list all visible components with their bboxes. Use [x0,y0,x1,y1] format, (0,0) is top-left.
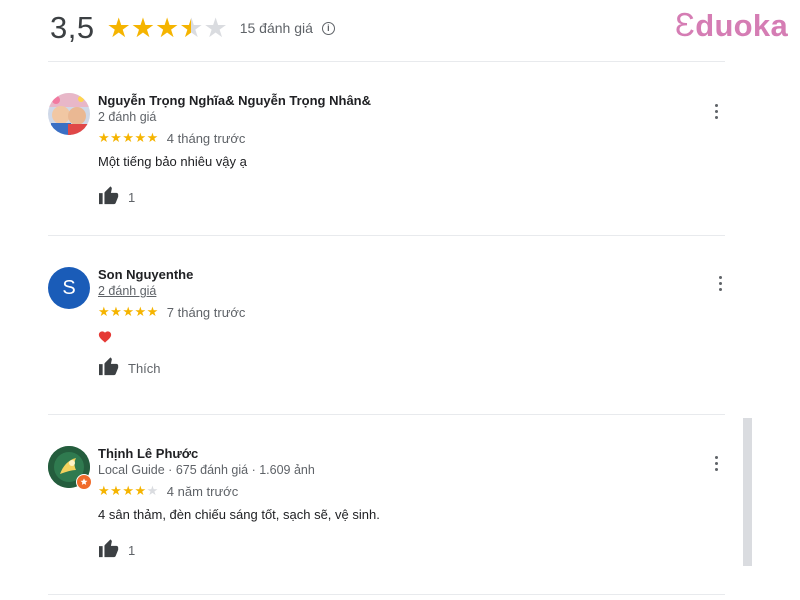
review-stars: ★ ★ ★ ★ ★ [98,130,159,146]
reviewer-meta[interactable]: Local Guide · 675 đánh giá · 1.609 ảnh [98,462,688,478]
star-icon: ★ [110,304,123,319]
review-stars: ★ ★ ★ ★ ★ [98,304,159,320]
star-icon: ★ [155,12,180,43]
star-icon: ★ [122,130,135,145]
star-icon: ★ [106,12,131,43]
avatar-letter: S [62,276,76,299]
star-icon: ★ [98,483,111,498]
like-count: 1 [128,190,136,205]
more-dot [718,275,722,279]
review-text: Một tiếng bảo nhiêu vậy ạ [98,154,247,169]
review-text: 4 sân thảm, đèn chiếu sáng tốt, sạch sẽ,… [98,507,380,522]
avatar[interactable]: S [48,267,90,309]
more-dot [714,115,718,119]
like-count: 1 [128,543,136,558]
more-options-button[interactable] [704,451,728,475]
more-dot [714,455,718,459]
star-icon: ★ [122,304,135,319]
empty-star-icon: ★ [203,12,228,43]
review-stars: ★ ★ ★ ★ ★ [98,483,159,499]
info-icon[interactable]: i [321,21,335,35]
divider [48,414,725,415]
review-time: 4 tháng trước [166,130,246,146]
more-dot [714,467,718,471]
rating-summary: 3,5 ★ ★ ★ ★ ★ 15 đánh giá i [50,8,335,48]
review-count: 15 đánh giá [239,20,313,36]
empty-star-icon: ★ [146,483,159,498]
star-icon: ★ [130,12,156,43]
reviewer-name[interactable]: Thịnh Lê Phước [98,446,688,462]
more-options-button[interactable] [704,99,728,123]
more-dot [718,281,722,285]
star-icon: ★ [146,304,159,319]
average-score: 3,5 [50,10,95,45]
star-icon: ★ [110,130,123,145]
more-options-button[interactable] [708,271,732,295]
star-icon: ★ [146,130,159,145]
review-card: Nguyễn Trọng Nghĩa& Nguyễn Trọng Nhân& 2… [48,93,728,213]
average-stars: ★ ★ ★ ★ ★ [106,12,228,43]
review-time: 7 tháng trước [166,304,246,320]
star-icon: ★ [134,483,147,498]
review-card: Thịnh Lê Phước Local Guide · 675 đánh gi… [48,446,728,571]
review-card: S Son Nguyenthe 2 đánh giá ★ ★ ★ ★ ★ 7 tháng… [48,267,728,392]
reviewer-name[interactable]: Son Nguyenthe [98,267,688,283]
thumbs-up-icon[interactable] [98,538,120,563]
star-icon: ★ [134,304,147,319]
reviewer-name[interactable]: Nguyễn Trọng Nghĩa& Nguyễn Trọng Nhân& [98,93,688,109]
star-icon: ★ [110,483,123,498]
heart-icon [98,330,688,344]
more-dot [714,461,718,465]
scrollbar-thumb[interactable] [743,418,752,566]
star-icon: ★ [134,130,147,145]
local-guide-badge-icon [76,474,92,490]
more-dot [714,109,718,113]
thumbs-up-icon[interactable] [98,356,120,381]
reviewer-meta[interactable]: 2 đánh giá [98,109,688,125]
brand-logo: Ɛduoka [674,6,788,43]
star-icon: ★ [98,304,111,319]
more-dot [714,103,718,107]
divider [48,594,725,595]
divider [48,235,725,236]
avatar[interactable] [48,93,90,135]
star-icon: ★ [122,483,135,498]
thumbs-up-icon[interactable] [98,185,120,210]
star-icon: ★ [98,130,111,145]
divider [48,61,725,62]
review-time: 4 năm trước [166,483,239,499]
half-star-icon: ★ [179,12,204,43]
reviewer-meta[interactable]: 2 đánh giá [98,283,688,299]
like-button-label[interactable]: Thích [128,361,161,376]
more-dot [718,287,722,291]
